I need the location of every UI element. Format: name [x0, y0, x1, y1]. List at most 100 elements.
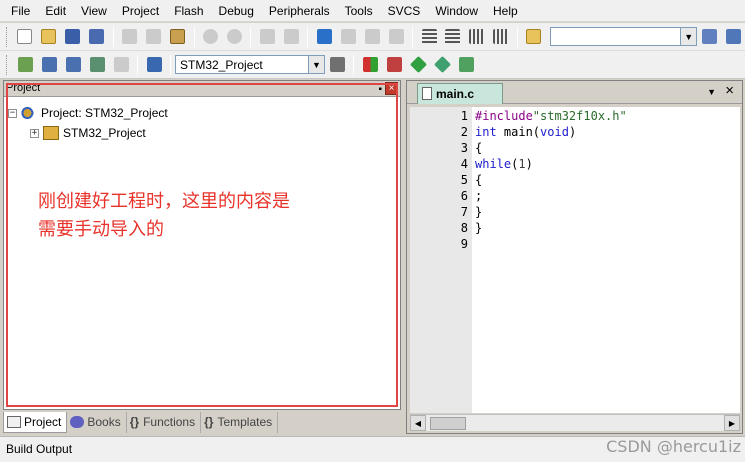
indent-icon: [421, 29, 437, 44]
tab-books[interactable]: Books: [67, 411, 127, 433]
project-panel: Project ▪ × − Project: STM32_Project + S…: [3, 80, 401, 410]
tab-project[interactable]: Project: [3, 411, 68, 433]
books-icon: [70, 416, 85, 428]
indent-button[interactable]: [419, 27, 439, 47]
load-button[interactable]: [144, 55, 164, 75]
save-all-button[interactable]: [87, 27, 107, 47]
separator: [170, 54, 171, 75]
scroll-left-icon[interactable]: ◀: [410, 415, 426, 431]
tab-functions[interactable]: {} Functions: [127, 411, 202, 433]
arrow-right-icon: [283, 29, 299, 44]
target-combo[interactable]: STM32_Project ▼: [175, 55, 325, 74]
save-icon: [65, 29, 81, 44]
menu-view[interactable]: View: [74, 0, 115, 22]
build-output-title: Build Output: [6, 442, 73, 456]
menu-file[interactable]: File: [4, 0, 38, 22]
line-number: 6: [460, 189, 468, 203]
scroll-thumb[interactable]: [430, 416, 466, 430]
menu-project[interactable]: Project: [115, 0, 167, 22]
pin-icon[interactable]: ▪: [378, 82, 382, 97]
toolbar-grip[interactable]: [6, 26, 9, 47]
tab-main-c[interactable]: main.c: [417, 83, 503, 104]
annotation-text: 刚创建好工程时，这里的内容是 需要手动导入的: [38, 188, 368, 244]
folder-search-icon: [526, 29, 542, 44]
menu-window[interactable]: Window: [428, 0, 486, 22]
expand-icon[interactable]: +: [30, 128, 39, 138]
copy-button[interactable]: [144, 27, 164, 47]
copy-icon: [146, 29, 162, 44]
tab-menu-icon[interactable]: ▼: [707, 87, 716, 97]
new-file-button[interactable]: [15, 27, 35, 47]
run-time-env-button[interactable]: [456, 55, 476, 75]
nav-back-button[interactable]: [257, 27, 277, 47]
uncomment-button[interactable]: [491, 27, 511, 47]
project-panel-title-bar: Project ▪ ×: [4, 81, 400, 97]
batch-build-button[interactable]: [87, 55, 107, 75]
project-icon: [7, 415, 21, 428]
find-in-files-button[interactable]: [524, 27, 544, 47]
close-tab-icon[interactable]: ×: [725, 82, 734, 99]
tree-child-row[interactable]: + STM32_Project: [8, 123, 400, 143]
new-file-icon: [17, 29, 33, 44]
separator: [193, 26, 195, 47]
code-line: ;: [475, 189, 483, 203]
pack-installer-button[interactable]: [432, 55, 452, 75]
separator: [250, 26, 252, 47]
stop-build-button[interactable]: [111, 55, 131, 75]
paste-button[interactable]: [168, 27, 188, 47]
save-button[interactable]: [63, 27, 83, 47]
separator: [307, 26, 309, 47]
save-all-icon: [89, 29, 105, 44]
menu-tools[interactable]: Tools: [338, 0, 381, 22]
clear-bookmarks-button[interactable]: [386, 27, 406, 47]
menu-debug[interactable]: Debug: [212, 0, 262, 22]
build-icon: [41, 57, 57, 72]
scroll-right-icon[interactable]: ▶: [724, 415, 740, 431]
select-packs-button[interactable]: [408, 55, 428, 75]
chevron-down-icon[interactable]: ▼: [308, 56, 324, 73]
redo-icon: [226, 29, 242, 44]
tools-button[interactable]: [723, 27, 743, 47]
manage-project-items-button[interactable]: [360, 55, 380, 75]
line-number: 1: [460, 109, 468, 123]
tab-functions-label: Functions: [143, 415, 196, 429]
open-file-button[interactable]: [39, 27, 59, 47]
separator: [412, 26, 414, 47]
find-combo[interactable]: ▼: [549, 27, 698, 46]
toolbar-grip[interactable]: [6, 54, 9, 75]
translate-button[interactable]: [15, 55, 35, 75]
code-editor[interactable]: 1 2 3 4 5 6 7 8 9 #include"stm32f10x.h" …: [410, 107, 740, 413]
flag-clear-icon: [388, 29, 404, 44]
cut-button[interactable]: [120, 27, 140, 47]
redo-button[interactable]: [225, 27, 245, 47]
unindent-button[interactable]: [443, 27, 463, 47]
menu-peripherals[interactable]: Peripherals: [262, 0, 338, 22]
horizontal-scrollbar[interactable]: ◀ ▶: [410, 414, 740, 431]
menu-svcs[interactable]: SVCS: [381, 0, 429, 22]
next-bookmark-button[interactable]: [362, 27, 382, 47]
chevron-down-icon[interactable]: ▼: [680, 28, 697, 45]
menu-edit[interactable]: Edit: [38, 0, 74, 22]
line-number: 7: [460, 205, 468, 219]
tree-root-row[interactable]: − Project: STM32_Project: [8, 103, 400, 123]
menu-flash[interactable]: Flash: [167, 0, 211, 22]
nav-forward-button[interactable]: [281, 27, 301, 47]
paste-icon: [170, 29, 186, 44]
manage-components-button[interactable]: [384, 55, 404, 75]
cut-icon: [122, 29, 138, 44]
undo-button[interactable]: [201, 27, 221, 47]
bookmark-button[interactable]: [314, 27, 334, 47]
target-options-button[interactable]: [327, 55, 347, 75]
menu-help[interactable]: Help: [486, 0, 526, 22]
comment-button[interactable]: [467, 27, 487, 47]
batch-build-icon: [89, 57, 105, 72]
tab-templates[interactable]: {} Templates: [201, 411, 279, 433]
annotation-line-1: 刚创建好工程时，这里的内容是: [38, 191, 290, 212]
find-button[interactable]: [699, 27, 719, 47]
close-icon[interactable]: ×: [385, 82, 398, 95]
build-button[interactable]: [39, 55, 59, 75]
prev-bookmark-button[interactable]: [338, 27, 358, 47]
rebuild-button[interactable]: [63, 55, 83, 75]
collapse-icon[interactable]: −: [8, 108, 17, 118]
code-lines[interactable]: #include"stm32f10x.h" int main(void) { w…: [472, 107, 740, 413]
